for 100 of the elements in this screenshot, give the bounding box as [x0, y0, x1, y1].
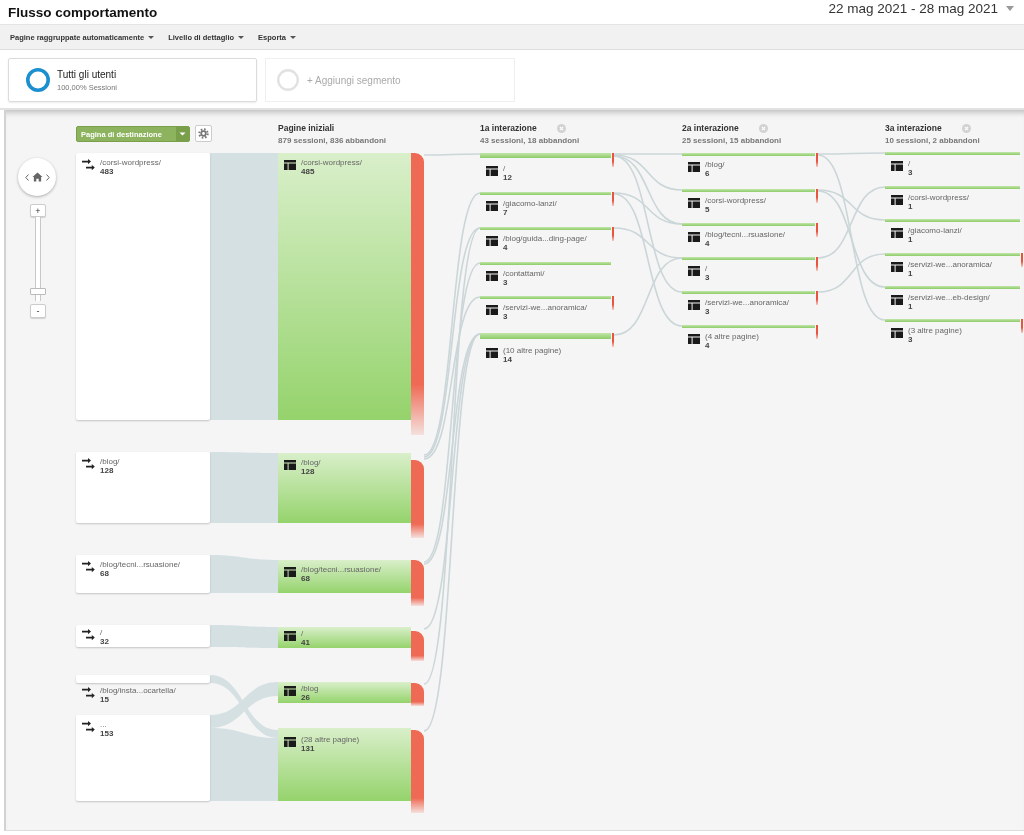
left-chevron-icon[interactable] — [24, 173, 29, 181]
traffic-bar[interactable] — [885, 186, 1020, 189]
zoom-out-button[interactable]: - — [30, 304, 46, 318]
layout-icon — [486, 201, 498, 211]
traffic-bar[interactable] — [480, 192, 611, 195]
traffic-bar[interactable] — [682, 257, 815, 260]
arrows-icon — [82, 629, 95, 641]
layout-icon — [284, 460, 296, 470]
close-icon[interactable] — [962, 123, 971, 133]
traffic-bar[interactable] — [682, 153, 815, 156]
session-count: 6 — [705, 169, 711, 178]
traffic-bar[interactable] — [885, 319, 1020, 322]
session-count: 3 — [503, 278, 509, 287]
page-path: /servizi-we...anoramica/ — [503, 303, 588, 312]
column-title: 2a interazione — [682, 123, 739, 133]
zoom-in-button[interactable]: + — [30, 204, 46, 217]
page-path: (3 altre pagine) — [908, 326, 962, 335]
traffic-bar[interactable] — [885, 286, 1020, 289]
session-count: 128 — [100, 466, 115, 475]
caret-icon — [1006, 6, 1014, 11]
zoom-slider-handle[interactable] — [30, 287, 46, 295]
landing-page-node[interactable] — [76, 153, 210, 420]
traffic-bar[interactable] — [682, 325, 815, 328]
page-path: /giacomo-lanzi/ — [503, 199, 557, 208]
page-path: /blog/ — [705, 160, 725, 169]
session-count: 128 — [301, 467, 316, 476]
page-path: /blog/ — [100, 457, 120, 466]
ring-icon — [277, 69, 299, 91]
traffic-bar[interactable] — [682, 189, 815, 192]
landing-page-node[interactable] — [76, 555, 210, 593]
landing-page-node[interactable] — [76, 715, 210, 801]
traffic-bar[interactable] — [682, 291, 815, 294]
settings-button[interactable] — [195, 125, 212, 142]
close-icon[interactable] — [759, 123, 768, 133]
layout-icon — [891, 161, 903, 171]
start-page-node[interactable] — [278, 682, 411, 703]
traffic-bar[interactable] — [480, 227, 611, 230]
session-count: 3 — [908, 168, 913, 177]
right-chevron-icon[interactable] — [45, 173, 50, 181]
layout-icon — [688, 162, 700, 172]
column-title: Pagine iniziali — [278, 123, 335, 133]
layout-icon — [284, 631, 296, 641]
traffic-bar[interactable] — [480, 262, 611, 265]
layout-icon — [284, 160, 296, 170]
start-page-node[interactable] — [278, 560, 411, 593]
page-path: /corsi-wordpress/ — [908, 193, 969, 202]
column-summary: 43 sessioni, 18 abbandoni — [480, 136, 580, 145]
layout-icon — [284, 686, 296, 696]
session-count: 68 — [100, 569, 110, 578]
page-path: (10 altre pagine) — [503, 346, 562, 355]
session-count: 14 — [503, 355, 513, 364]
date-range-button[interactable]: 22 mag 2021 - 28 mag 2021 — [828, 0, 1024, 17]
traffic-bar[interactable] — [885, 152, 1020, 155]
ring-icon — [26, 68, 50, 92]
session-count: 4 — [503, 243, 509, 252]
column-title: 3a interazione — [885, 123, 942, 133]
layout-icon — [284, 567, 296, 577]
column-title: 1a interazione — [480, 123, 537, 133]
arrows-icon — [82, 561, 95, 573]
caret-icon — [148, 35, 155, 39]
layout-icon — [688, 334, 700, 344]
page-path: /blog/ — [301, 458, 321, 467]
home-icon[interactable] — [31, 172, 43, 182]
layout-icon — [688, 300, 700, 310]
start-page-node[interactable] — [278, 153, 411, 420]
traffic-bar[interactable] — [480, 153, 611, 158]
layout-icon — [688, 198, 700, 208]
landing-page-node[interactable] — [76, 452, 210, 523]
start-page-node[interactable] — [278, 453, 411, 523]
session-count: 41 — [301, 638, 310, 647]
page-path: (28 altre pagine) — [301, 735, 360, 744]
layout-icon — [891, 262, 903, 272]
landing-page-node[interactable] — [76, 675, 210, 683]
traffic-bar[interactable] — [480, 296, 611, 299]
layout-icon — [486, 236, 498, 246]
page-path: / — [100, 628, 104, 637]
session-count: 68 — [301, 574, 311, 583]
close-icon[interactable] — [557, 123, 566, 133]
page-path: /blog/insta...ocartella/ — [100, 686, 176, 695]
page-path: / — [503, 164, 507, 173]
page-path: /corsi-wordpress/ — [100, 158, 161, 167]
page-path: / — [301, 629, 305, 638]
page-path: /servizi-we...eb-design/ — [908, 293, 990, 302]
layout-icon — [688, 232, 700, 242]
session-count: 12 — [503, 173, 512, 182]
layout-icon — [284, 737, 296, 747]
arrows-icon — [82, 159, 95, 171]
traffic-bar[interactable] — [480, 333, 611, 339]
settings-icon — [198, 128, 209, 139]
column-summary: 25 sessioni, 15 abbandoni — [682, 136, 782, 145]
start-page-node[interactable] — [278, 627, 411, 648]
page-path: /blog/tecni...rsuasione/ — [100, 560, 181, 569]
landing-page-node[interactable] — [76, 625, 210, 647]
pan-control[interactable] — [18, 158, 56, 196]
traffic-bar[interactable] — [682, 223, 815, 226]
start-page-node[interactable] — [278, 728, 411, 801]
layout-icon — [486, 166, 498, 176]
traffic-bar[interactable] — [885, 253, 1020, 256]
segment-name: Tutti gli utenti — [57, 68, 118, 80]
traffic-bar[interactable] — [885, 219, 1020, 222]
